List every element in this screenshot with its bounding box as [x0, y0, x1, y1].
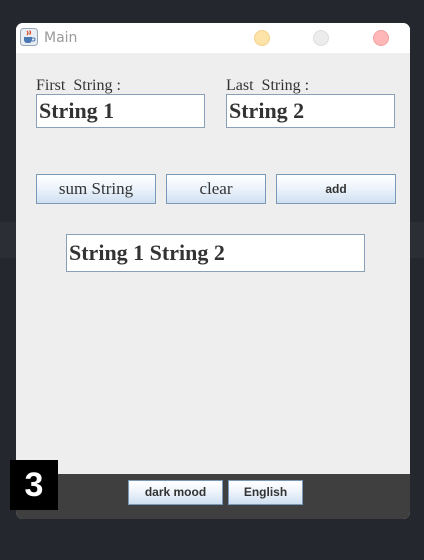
last-string-label: Last String :: [226, 77, 310, 94]
first-string-field[interactable]: String 1: [36, 94, 205, 128]
title-bar[interactable]: Main: [16, 23, 410, 53]
close-button[interactable]: [373, 30, 389, 46]
maximize-button[interactable]: [313, 30, 329, 46]
dark-mode-button[interactable]: dark mood: [128, 480, 223, 505]
clear-button[interactable]: clear: [166, 174, 266, 204]
result-field[interactable]: String 1 String 2: [66, 234, 365, 272]
bottom-bar: dark mood English: [16, 474, 410, 519]
java-cup-icon: [20, 28, 38, 46]
step-number-badge: 3: [10, 460, 58, 510]
language-button[interactable]: English: [228, 480, 303, 505]
minimize-button[interactable]: [254, 30, 270, 46]
first-string-label: First String :: [36, 77, 121, 94]
sum-string-button[interactable]: sum String: [36, 174, 156, 204]
last-string-field[interactable]: String 2: [226, 94, 395, 128]
add-button[interactable]: add: [276, 174, 396, 204]
window-title: Main: [44, 30, 78, 46]
main-window: Main First String : Last String : String…: [16, 23, 410, 519]
